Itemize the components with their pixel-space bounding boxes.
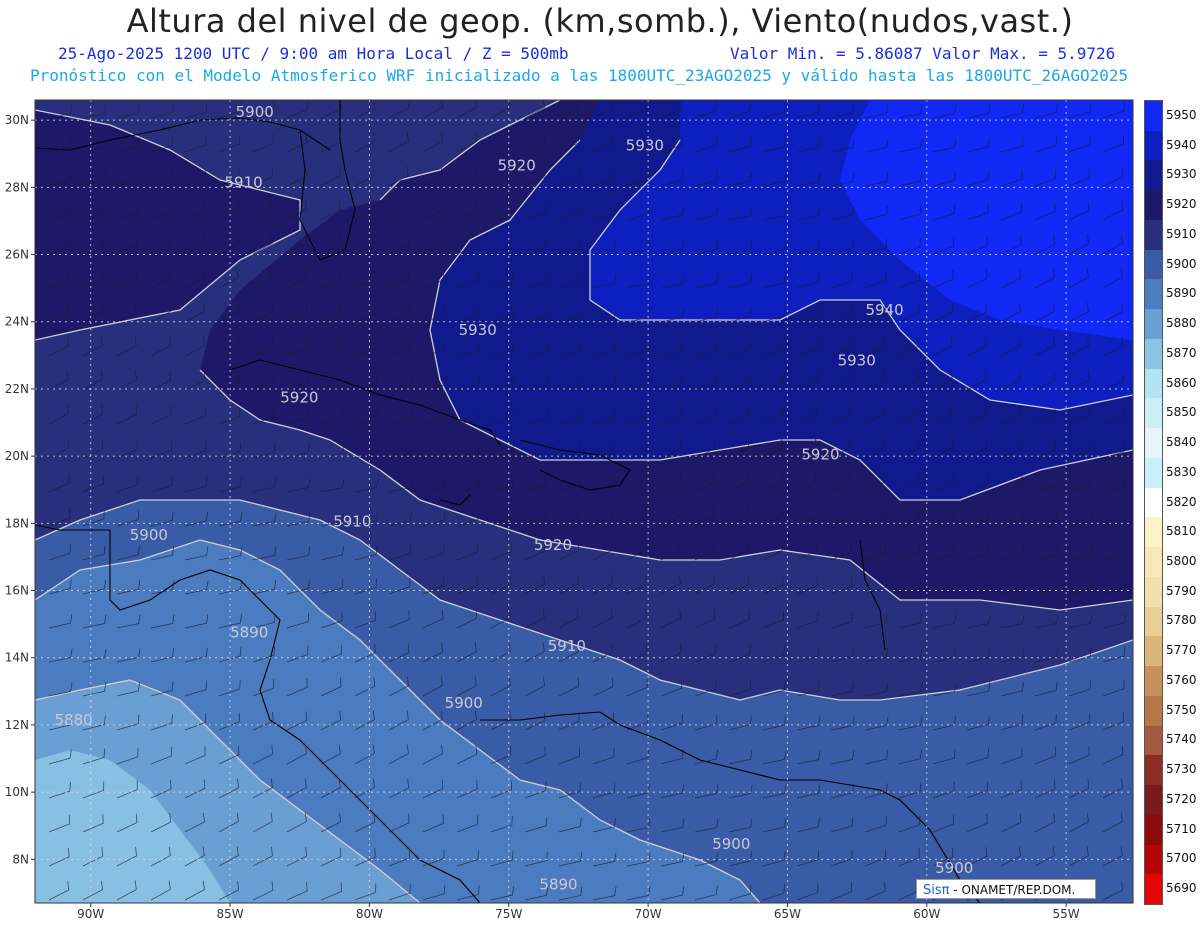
lat-tick-label: 24N — [5, 315, 29, 329]
lat-tick-label: 28N — [5, 180, 29, 194]
colorbar-label: 5770 — [1166, 643, 1197, 658]
colorbar-label: 5840 — [1166, 435, 1197, 450]
colorbar-label: 5800 — [1166, 553, 1197, 568]
colorbar-label: 5810 — [1166, 524, 1197, 539]
colorbar-label: 5950 — [1166, 107, 1197, 122]
colorbar-label: 5860 — [1166, 375, 1197, 390]
colorbar-label: 5710 — [1166, 821, 1197, 836]
colorbar-swatch — [1145, 249, 1162, 280]
sispi-logo: Sisπ — [923, 883, 950, 898]
lat-tick-label: 14N — [5, 651, 29, 665]
contour-label: 5930 — [459, 321, 497, 339]
colorbar-label: 5720 — [1166, 791, 1197, 806]
contour-label: 5930 — [626, 136, 664, 154]
lat-tick-label: 8N — [12, 852, 29, 866]
colorbar-swatch — [1145, 219, 1162, 251]
lon-tick-label: 65W — [774, 907, 801, 921]
colorbar-swatch — [1145, 725, 1162, 756]
lon-tick-label: 55W — [1053, 907, 1080, 921]
lat-tick-label: 20N — [5, 449, 29, 463]
colorbar-label: 5900 — [1166, 256, 1197, 271]
colorbar-swatch — [1145, 398, 1162, 429]
contour-label: 5910 — [225, 173, 263, 191]
colorbar-label: 5830 — [1166, 464, 1197, 479]
colorbar-swatch — [1145, 636, 1162, 667]
lat-tick-label: 26N — [5, 248, 29, 262]
contour-label: 5890 — [539, 876, 577, 894]
geopotential-map: 5900 5910 5920 5930 5930 5940 5930 5920 5920 5920… — [5, 99, 1134, 921]
colorbar-label: 5700 — [1166, 851, 1197, 866]
lat-tick-label: 10N — [5, 785, 29, 799]
colorbar-label: 5730 — [1166, 762, 1197, 777]
contour-label: 5940 — [865, 301, 903, 319]
colorbar-swatch — [1145, 130, 1162, 161]
colorbar-label: 5940 — [1166, 137, 1197, 152]
colorbar-swatch — [1145, 428, 1162, 459]
colorbar-label: 5910 — [1166, 226, 1197, 241]
contour-label: 5920 — [801, 446, 839, 464]
colorbar-swatch — [1145, 279, 1162, 310]
contour-label: 5900 — [712, 835, 750, 853]
lon-tick-label: 80W — [356, 907, 383, 921]
colorbar-label: 5690 — [1166, 881, 1197, 896]
contour-label: 5900 — [935, 859, 973, 877]
colorbar-label: 5750 — [1166, 702, 1197, 717]
contour-label: 5910 — [333, 513, 371, 531]
contour-label: 5900 — [236, 103, 274, 121]
contour-label: 5930 — [838, 351, 876, 369]
colorbar-swatch — [1145, 517, 1162, 548]
colorbar-swatch — [1145, 785, 1162, 816]
colorbar-swatch — [1145, 695, 1162, 727]
colorbar-swatch — [1145, 309, 1162, 340]
colorbar-swatch — [1145, 190, 1162, 221]
contour-label: 5880 — [55, 711, 93, 729]
contour-label: 5910 — [548, 637, 586, 655]
colorbar-swatch — [1145, 160, 1162, 191]
colorbar-label: 5920 — [1166, 197, 1197, 212]
lon-tick-label: 90W — [77, 907, 104, 921]
lat-tick-label: 16N — [5, 584, 29, 598]
contour-label: 5890 — [230, 624, 268, 642]
colorbar-swatch — [1145, 368, 1162, 399]
contour-label: 5900 — [130, 526, 168, 544]
lat-tick-label: 22N — [5, 382, 29, 396]
lon-tick-label: 75W — [495, 907, 522, 921]
colorbar-label: 5870 — [1166, 345, 1197, 360]
colorbar-swatch — [1145, 606, 1162, 637]
colorbar-label: 5880 — [1166, 316, 1197, 331]
contour-label: 5920 — [498, 157, 536, 175]
colorbar-label: 5850 — [1166, 405, 1197, 420]
colorbar-label: 5760 — [1166, 672, 1197, 687]
lat-tick-label: 18N — [5, 516, 29, 530]
contour-label: 5920 — [534, 536, 572, 554]
colorbar-swatch — [1145, 844, 1162, 875]
colorbar-swatch — [1145, 101, 1162, 132]
colorbar-label: 5820 — [1166, 494, 1197, 509]
colorbar-swatch — [1145, 487, 1162, 518]
colorbar-label: 5930 — [1166, 167, 1197, 182]
colorbar — [1144, 100, 1163, 905]
lon-tick-label: 70W — [635, 907, 662, 921]
colorbar-swatch — [1145, 547, 1162, 578]
colorbar-label: 5740 — [1166, 732, 1197, 747]
colorbar-swatch — [1145, 576, 1162, 608]
colorbar-swatch — [1145, 814, 1162, 845]
contour-label: 5920 — [280, 388, 318, 406]
lon-tick-label: 85W — [217, 907, 244, 921]
contour-label: 5900 — [445, 694, 483, 712]
colorbar-swatch — [1145, 666, 1162, 697]
colorbar-label: 5780 — [1166, 613, 1197, 628]
credit-text: - ONAMET/REP.DOM. — [953, 883, 1076, 897]
colorbar-label: 5790 — [1166, 583, 1197, 598]
lat-tick-label: 30N — [5, 113, 29, 127]
colorbar-label: 5890 — [1166, 286, 1197, 301]
colorbar-swatch — [1145, 457, 1162, 489]
lon-tick-label: 60W — [913, 907, 940, 921]
colorbar-swatch — [1145, 755, 1162, 786]
colorbar-swatch — [1145, 338, 1162, 370]
credit-box: Sisπ - ONAMET/REP.DOM. — [916, 879, 1096, 899]
colorbar-swatch — [1145, 874, 1162, 905]
lat-tick-label: 12N — [5, 718, 29, 732]
